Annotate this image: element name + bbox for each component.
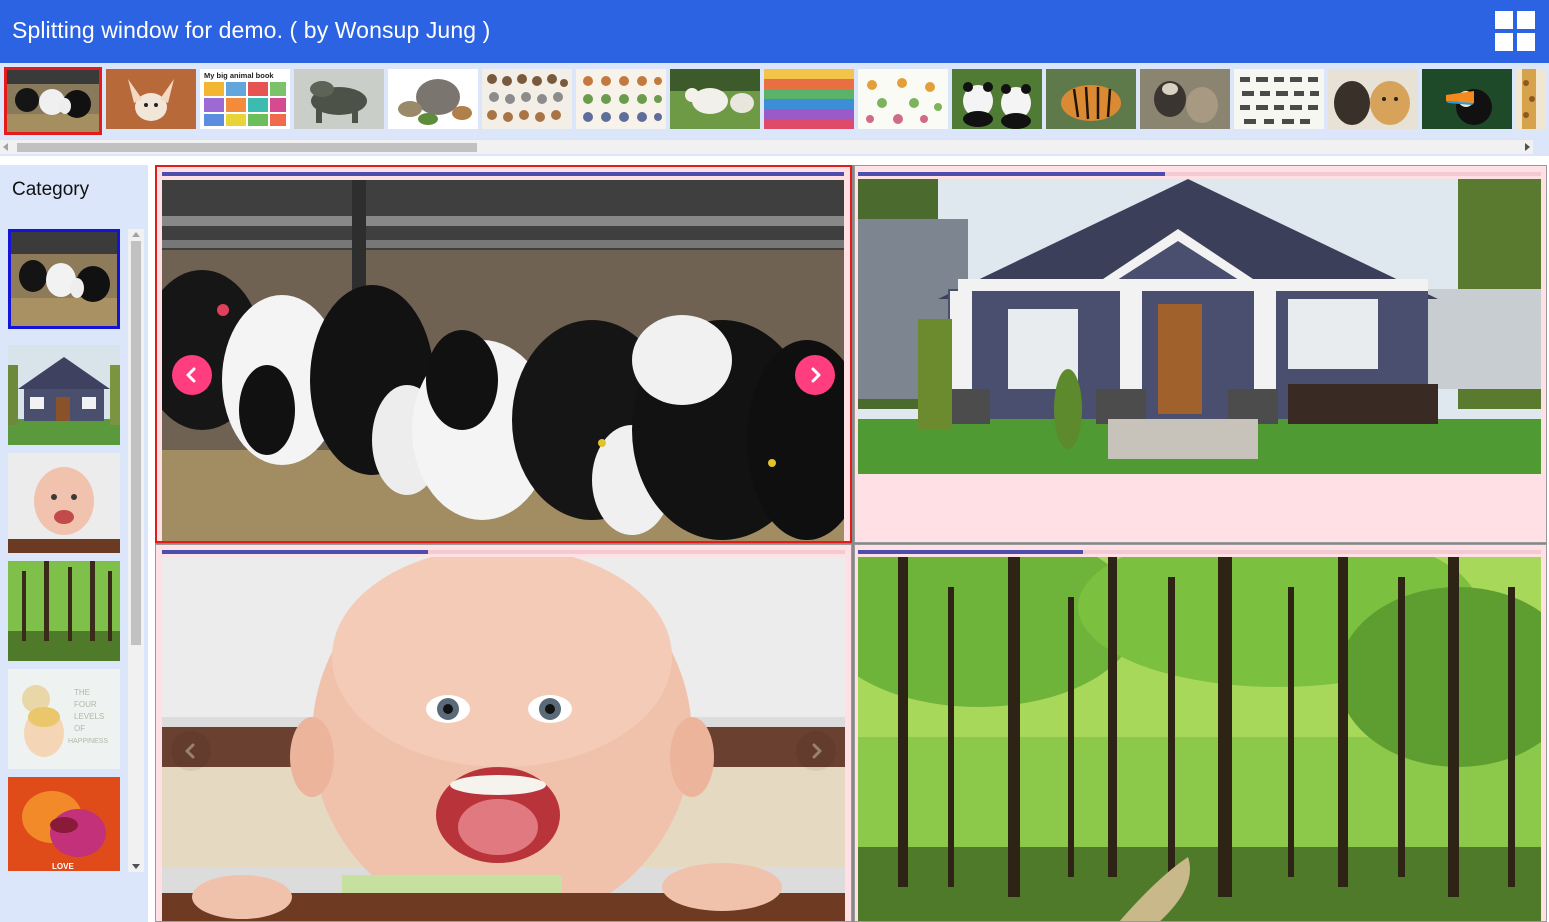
scroll-down-arrow-icon[interactable] (132, 864, 140, 869)
next-button[interactable] (795, 355, 835, 395)
thumbnail-cows[interactable] (4, 67, 102, 135)
thumbnail-animal-book[interactable]: My big animal book (200, 69, 290, 129)
scrollbar-thumb[interactable] (131, 241, 141, 645)
chevron-left-icon (185, 743, 195, 759)
category-item-forest[interactable] (8, 561, 120, 661)
scrollbar-thumb[interactable] (17, 143, 477, 152)
category-list: THE FOUR LEVELS OF HAPPINESS LOVE (8, 229, 120, 871)
panel-image-house (858, 179, 1541, 474)
prev-button[interactable] (171, 731, 211, 771)
category-item-baby[interactable] (8, 453, 120, 553)
scroll-up-arrow-icon[interactable] (132, 232, 140, 237)
category-list-scrollbar[interactable] (128, 229, 144, 872)
svg-text:LEVELS: LEVELS (74, 712, 104, 721)
chevron-right-icon (811, 367, 821, 383)
panel-image-forest (858, 557, 1541, 921)
grid-2x2-icon (1495, 11, 1535, 51)
chevron-left-icon (186, 367, 196, 383)
panel-progress-bar (162, 550, 845, 554)
svg-text:THE: THE (74, 688, 90, 697)
panel-progress-fill (858, 172, 1166, 176)
thumbnail-fennec-fox[interactable] (106, 69, 196, 129)
thumbnail-animal-illustrations[interactable] (858, 69, 948, 129)
svg-text:My big animal book: My big animal book (204, 71, 274, 80)
thumbnail-lambs[interactable] (670, 69, 760, 129)
category-item-love[interactable]: LOVE (8, 777, 120, 871)
thumbnail-toucan[interactable] (1422, 69, 1512, 129)
panel-image-baby (162, 557, 845, 921)
panel-progress-fill (162, 172, 844, 176)
panel-forest[interactable] (854, 544, 1547, 922)
thumbnail-dog-and-cow[interactable] (1328, 69, 1418, 129)
thumbnail-tiger[interactable] (1046, 69, 1136, 129)
category-item-cows[interactable] (8, 229, 120, 329)
panel-cows[interactable] (155, 165, 852, 543)
app-header: Splitting window for demo. ( by Wonsup J… (0, 0, 1549, 63)
thumbnail-sloth[interactable] (1140, 69, 1230, 129)
thumbnail-wild-animals-group[interactable] (388, 69, 478, 129)
thumbnail-komodo-dragon[interactable] (294, 69, 384, 129)
category-item-house[interactable] (8, 345, 120, 445)
thumbnail-giraffe-partial[interactable] (1516, 69, 1546, 129)
panel-progress-bar (858, 172, 1541, 176)
thumbnail-animal-silhouettes[interactable] (1234, 69, 1324, 129)
svg-text:LOVE: LOVE (52, 862, 74, 871)
thumbnail-animal-poster[interactable] (576, 69, 666, 129)
panel-progress-bar (858, 550, 1541, 554)
scroll-right-arrow-icon[interactable] (1525, 143, 1530, 151)
thumbnail-pandas[interactable] (952, 69, 1042, 129)
svg-text:FOUR: FOUR (74, 700, 97, 709)
svg-text:HAPPINESS: HAPPINESS (68, 738, 108, 745)
split-panels (155, 165, 1547, 922)
panel-progress-fill (162, 550, 429, 554)
app-title: Splitting window for demo. ( by Wonsup J… (12, 17, 491, 43)
thumbnail-strip-scrollbar[interactable] (0, 139, 1533, 154)
thumbnail-animal-chart[interactable] (482, 69, 572, 129)
chevron-right-icon (812, 743, 822, 759)
panel-baby[interactable] (155, 544, 852, 922)
panel-image-cows (162, 180, 844, 541)
panel-progress-bar (162, 172, 844, 176)
thumbnail-colorful-animal-chart[interactable] (764, 69, 854, 129)
panel-house[interactable] (854, 165, 1547, 543)
thumbnail-strip: My big animal book (0, 63, 1549, 156)
scroll-left-arrow-icon[interactable] (3, 143, 8, 151)
next-button[interactable] (796, 731, 836, 771)
prev-button[interactable] (172, 355, 212, 395)
category-title: Category (12, 179, 90, 200)
layout-grid-button[interactable] (1493, 9, 1537, 53)
svg-text:OF: OF (74, 724, 85, 733)
panel-progress-fill (858, 550, 1084, 554)
category-sidebar: Category THE FOUR LEVELS OF HAPPINESS LOVE (0, 165, 148, 922)
category-item-happiness[interactable]: THE FOUR LEVELS OF HAPPINESS (8, 669, 120, 769)
